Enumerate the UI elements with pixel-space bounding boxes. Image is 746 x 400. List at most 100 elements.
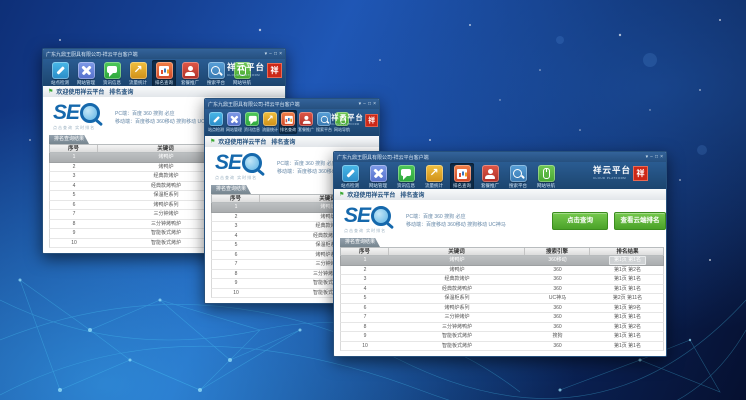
seo-tagline: 点击查询 实时排名 [53, 125, 100, 131]
pin-button[interactable]: ▾ [646, 152, 649, 162]
titlebar[interactable]: 广东九鼎王厨具有限公司-祥云平台客户端 ▾−□× [205, 99, 379, 109]
welcome-section: 排名查询 [271, 137, 295, 146]
cell-no: 10 [341, 342, 389, 351]
close-button[interactable]: × [279, 49, 282, 59]
results-tab[interactable]: 排名查询结果 [49, 135, 89, 144]
maximize-button[interactable]: □ [274, 49, 277, 59]
cell-keyword: 智能板式烤炉 [389, 342, 525, 351]
brand-name: 祥云平台 [227, 64, 265, 73]
cell-engine: 360 [525, 275, 590, 284]
window-title: 广东九鼎王厨具有限公司-祥云平台客户端 [46, 51, 265, 58]
pin-button[interactable]: ▾ [359, 99, 362, 109]
brand-text: 祥云平台 CLOUD PLATFORM [331, 115, 363, 126]
toolbar-item-rank-query[interactable]: 排名查询 [152, 60, 176, 87]
toolbar-item-plan-promote[interactable]: 套餐推广 [297, 110, 315, 134]
compass-glyph [209, 63, 224, 78]
toolbar-item-site-nav[interactable]: 网站导航 [534, 163, 558, 190]
result-row[interactable]: 10智能板式烤炉360第1页 第1名 [340, 342, 664, 352]
minimize-button[interactable]: − [650, 152, 653, 162]
query-button[interactable]: 点击查询 [552, 212, 608, 230]
result-row[interactable]: 9智能板式烤炉搜狗第1页 第1名 [340, 332, 664, 342]
pc-engines: PC端：百度 360 搜狗 必应 [406, 213, 506, 221]
cell-no: 8 [50, 220, 98, 229]
toolbar-item-search-platform[interactable]: 搜索平台 [204, 60, 228, 87]
result-row[interactable]: 7三分钟烤炉360第1页 第1名 [340, 313, 664, 323]
toolbar-item-label: 套餐推广 [298, 127, 314, 133]
results-tab[interactable]: 排名查询结果 [340, 238, 380, 247]
cell-no: 10 [50, 239, 98, 248]
cell-engine: 360移动 [525, 256, 590, 265]
minimize-button[interactable]: − [269, 49, 272, 59]
toolbar-item-site-manage[interactable]: 网站管理 [225, 110, 243, 134]
site-check-icon [342, 165, 359, 182]
toolbar-item-plan-promote[interactable]: 套餐推广 [178, 60, 202, 87]
cell-no: 4 [212, 232, 260, 241]
titlebar[interactable]: 广东九鼎王厨具有限公司-祥云平台客户端 ▾−□× [43, 49, 285, 59]
cell-no: 1 [341, 256, 389, 265]
welcome-text: 欢迎使用祥云平台 [56, 87, 104, 96]
result-row[interactable]: 3经典款烤炉360第1页 第1名 [340, 275, 664, 285]
plan-promote-icon [299, 112, 313, 126]
toolbar-item-site-check[interactable]: 站点检测 [207, 110, 225, 134]
toolbar-item-search-platform[interactable]: 搜索平台 [506, 163, 530, 190]
people-glyph [183, 63, 198, 78]
toolbar-item-site-check[interactable]: 站点检测 [338, 163, 362, 190]
cell-no: 7 [212, 260, 260, 269]
cell-no: 1 [212, 203, 260, 212]
cell-result: 第1页 第9名 [590, 304, 665, 313]
close-button[interactable]: × [660, 152, 663, 162]
toolbar-items: 站点检测网站管理资讯信息流量统计排名查询套餐推广搜索平台网站导航 [205, 110, 351, 134]
toolbar-item-traffic-stats[interactable]: 流量统计 [261, 110, 279, 134]
toolbar-item-news-info[interactable]: 资讯信息 [100, 60, 124, 87]
result-row[interactable]: 8三分钟烤鸭炉360第1页 第2名 [340, 323, 664, 333]
mobile-engines: 移动端：百度移动 360移动 搜狗移动 UC神马 [406, 221, 506, 229]
result-row[interactable]: 4经典款烤鸭炉360第1页 第1名 [340, 285, 664, 295]
toolbar-item-site-manage[interactable]: 网站管理 [74, 60, 98, 87]
toolbar-item-site-check[interactable]: 站点检测 [48, 60, 72, 87]
cell-no: 4 [50, 182, 98, 191]
toolbar-item-rank-query[interactable]: 排名查询 [279, 110, 297, 134]
compass-glyph [511, 166, 526, 181]
toolbar-item-traffic-stats[interactable]: 流量统计 [126, 60, 150, 87]
maximize-button[interactable]: □ [368, 99, 371, 109]
cell-no: 5 [341, 294, 389, 303]
toolbar-item-rank-query[interactable]: 排名查询 [450, 163, 474, 190]
cell-engine: 360 [525, 266, 590, 275]
pc-engines: PC端：百度 360 搜狗 必应 [115, 110, 215, 118]
toolbar-item-news-info[interactable]: 资讯信息 [243, 110, 261, 134]
col-keyword: 关键词 [389, 248, 525, 255]
brand-badge: 祥 [633, 166, 648, 181]
result-row[interactable]: 1烤鸭炉360移动第1页 第1名 [340, 256, 664, 266]
result-row[interactable]: 2烤鸭炉360第1页 第2名 [340, 266, 664, 276]
maximize-button[interactable]: □ [655, 152, 658, 162]
pin-button[interactable]: ▾ [265, 49, 268, 59]
engine-list: PC端：百度 360 搜狗 必应 移动端：百度移动 360移动 搜狗移动 UC神… [115, 110, 215, 126]
linechart-glyph [427, 166, 442, 181]
cell-no: 8 [212, 270, 260, 279]
close-button[interactable]: × [373, 99, 376, 109]
seo-text: SE [215, 152, 241, 174]
window-controls: ▾−□× [359, 99, 376, 109]
brand-badge: 祥 [365, 114, 378, 127]
news-info-icon [245, 112, 259, 126]
minimize-button[interactable]: − [363, 99, 366, 109]
result-row[interactable]: 5保温柜系列UC神马第2页 第11名 [340, 294, 664, 304]
app-window-front[interactable]: 广东九鼎王厨具有限公司-祥云平台客户端 ▾−□× 站点检测网站管理资讯信息流量统… [333, 151, 667, 357]
col-no: 序号 [50, 145, 98, 152]
people-glyph [483, 166, 498, 181]
toolbar-item-traffic-stats[interactable]: 流量统计 [422, 163, 446, 190]
cell-no: 9 [50, 229, 98, 238]
brand-name: 祥云平台 [593, 167, 631, 176]
results-table: 序号 关键词 搜索引擎 排名结果 1烤鸭炉360移动第1页 第1名2烤鸭炉360… [340, 247, 664, 351]
cell-no: 6 [341, 304, 389, 313]
toolbar-item-news-info[interactable]: 资讯信息 [394, 163, 418, 190]
result-row[interactable]: 6烤鸭炉系列360第1页 第9名 [340, 304, 664, 314]
toolbar-item-label: 站点检测 [208, 127, 224, 133]
titlebar[interactable]: 广东九鼎王厨具有限公司-祥云平台客户端 ▾−□× [334, 152, 666, 162]
toolbar: 站点检测网站管理资讯信息流量统计排名查询套餐推广搜索平台网站导航 祥云平台 CL… [43, 59, 285, 87]
toolbar-item-site-manage[interactable]: 网站管理 [366, 163, 390, 190]
toolbar-item-plan-promote[interactable]: 套餐推广 [478, 163, 502, 190]
view-cloud-rank-button[interactable]: 查看云端排名 [614, 212, 666, 230]
results-tab[interactable]: 排名查询结果 [211, 185, 251, 194]
barchart-glyph [282, 113, 293, 125]
